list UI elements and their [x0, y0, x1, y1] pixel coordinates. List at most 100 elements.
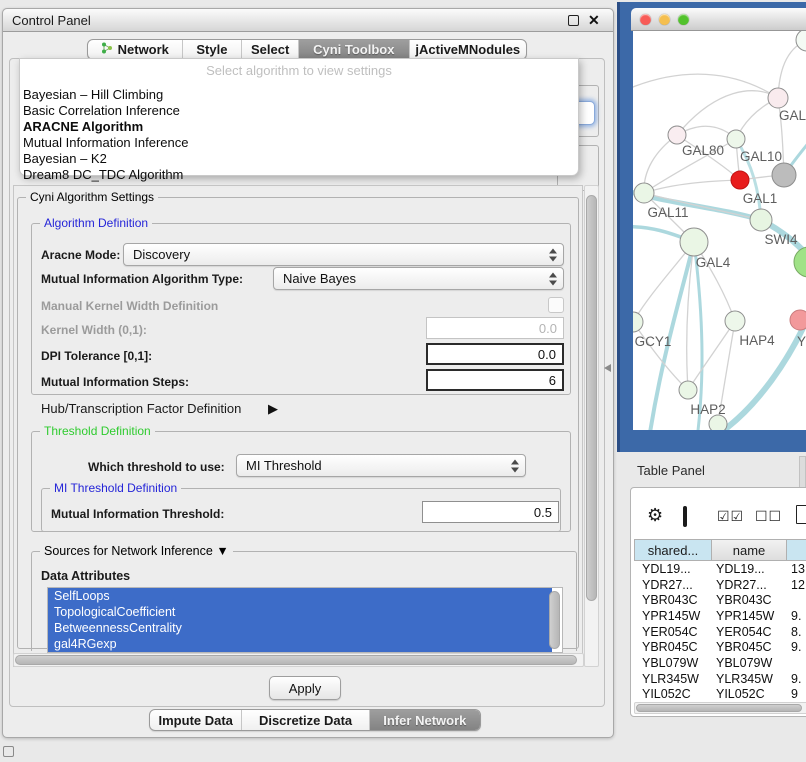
kernel-width-field[interactable]: 0.0	[426, 317, 564, 339]
column-selector-icon[interactable]	[683, 506, 687, 527]
manual-kernel-label: Manual Kernel Width Definition	[41, 299, 218, 313]
data-attribute-item[interactable]: TopologicalCoefficient	[48, 604, 552, 620]
which-threshold-combobox[interactable]: MI Threshold	[236, 454, 526, 477]
network-node[interactable]	[731, 171, 749, 189]
float-window-icon[interactable]	[568, 15, 579, 26]
combo-arrows-icon	[549, 248, 557, 261]
network-node[interactable]	[794, 247, 806, 277]
network-node-label: SWI4	[764, 232, 797, 247]
network-node[interactable]	[668, 126, 686, 144]
network-node-label: GAL4	[696, 255, 731, 270]
tab-network[interactable]: Network	[88, 40, 182, 59]
mi-steps-field[interactable]: 6	[426, 369, 564, 391]
which-threshold-value: MI Threshold	[246, 458, 322, 473]
tab-select[interactable]: Select	[241, 40, 298, 59]
bottom-tab-infer-network[interactable]: Infer Network	[369, 710, 480, 730]
table-row[interactable]: YIL052CYIL052C9	[634, 687, 806, 703]
table-row[interactable]: YPR145WYPR145W9.	[634, 608, 806, 624]
tab-jactivemnodules[interactable]: jActiveMNodules	[409, 40, 526, 59]
table-cell: 9	[787, 687, 806, 701]
table-cell: YPR145W	[712, 609, 787, 623]
close-window-icon[interactable]: ✕	[588, 15, 600, 26]
tab-style[interactable]: Style	[182, 40, 242, 59]
network-node-label: HAP2	[690, 402, 725, 417]
network-node[interactable]	[725, 311, 745, 331]
network-node-label: HAP4	[739, 333, 775, 348]
table-cell: YIL052C	[712, 687, 787, 701]
algorithm-option[interactable]: Mutual Information Inference	[20, 135, 578, 151]
network-node[interactable]	[680, 228, 708, 256]
table-header-shared-name[interactable]: shared...	[634, 539, 712, 561]
network-node[interactable]	[709, 415, 727, 430]
data-attribute-item[interactable]: BetweennessCentrality	[48, 620, 552, 636]
dpi-tolerance-field[interactable]: 0.0	[426, 343, 564, 365]
control-panel-title: Control Panel	[3, 13, 91, 28]
settings-vertical-scrollbar-thumb[interactable]	[586, 195, 597, 601]
table-row[interactable]: YBR045CYBR045C9.	[634, 639, 806, 655]
table-settings-gear-icon[interactable]: ⚙	[647, 506, 663, 524]
attributes-list-scrollbar[interactable]	[549, 591, 560, 649]
collapse-arrow-icon[interactable]: ▼	[216, 544, 228, 558]
algorithm-option[interactable]: Bayesian – Hill Climbing	[20, 87, 578, 103]
network-node[interactable]	[768, 88, 788, 108]
table-cell: YBL079W	[712, 656, 787, 670]
side-panel-edge[interactable]	[799, 456, 806, 490]
network-node[interactable]	[633, 312, 643, 332]
bottom-tab-discretize-data[interactable]: Discretize Data	[241, 710, 368, 730]
algorithm-option[interactable]: Basic Correlation Inference	[20, 103, 578, 119]
aracne-mode-label: Aracne Mode:	[41, 248, 120, 262]
close-traffic-light-icon[interactable]	[640, 14, 651, 25]
table-row[interactable]: YER054CYER054C8.	[634, 624, 806, 640]
table-header-clipped[interactable]	[787, 539, 806, 561]
table-header-name[interactable]: name	[712, 539, 787, 561]
network-node[interactable]	[727, 130, 745, 148]
hub-definition-label[interactable]: Hub/Transcription Factor Definition	[41, 401, 241, 416]
mi-steps-value: 6	[549, 373, 556, 388]
table-row[interactable]: YDR27...YDR27...12	[634, 577, 806, 593]
network-node[interactable]	[750, 209, 772, 231]
hub-expand-arrow-icon[interactable]: ▶	[268, 401, 278, 417]
network-node[interactable]	[772, 163, 796, 187]
algorithm-option[interactable]: ARACNE Algorithm	[20, 119, 578, 135]
data-attribute-item[interactable]: gal4RGexp	[48, 636, 552, 652]
network-node[interactable]	[790, 310, 806, 330]
table-cell: YBR043C	[634, 593, 712, 607]
table-cell: YIL052C	[634, 687, 712, 701]
minimize-traffic-light-icon[interactable]	[659, 14, 670, 25]
export-table-icon[interactable]	[796, 505, 806, 524]
data-attribute-item[interactable]: SelfLoops	[48, 588, 552, 604]
table-cell: YPR145W	[634, 609, 712, 623]
control-panel-titlebar: Control Panel ✕	[3, 9, 613, 32]
network-node[interactable]	[679, 381, 697, 399]
network-node[interactable]	[796, 31, 806, 51]
deselect-all-checkboxes-icon[interactable]: ☐☐	[755, 508, 782, 525]
manual-kernel-checkbox[interactable]	[548, 297, 564, 313]
panel-collapse-arrow-icon[interactable]	[604, 364, 611, 372]
apply-button[interactable]: Apply	[269, 676, 341, 700]
table-row[interactable]: YLR345WYLR345W9.	[634, 671, 806, 687]
select-all-checkboxes-icon[interactable]: ☑☑	[717, 508, 744, 525]
network-node[interactable]	[634, 183, 654, 203]
network-canvas[interactable]: GALGAL80GAL10GAL1GAL11SWI4GAL4GCY1HAP4YH…	[633, 31, 806, 430]
network-frame-edge	[617, 2, 620, 452]
algorithm-option[interactable]: Dream8 DC_TDC Algorithm	[20, 167, 578, 183]
bottom-tab-impute-data[interactable]: Impute Data	[150, 710, 241, 730]
table-cell: 9.	[787, 640, 806, 654]
mi-threshold-field[interactable]: 0.5	[422, 501, 559, 523]
table-row[interactable]: YDL19...YDL19...13	[634, 561, 806, 577]
table-row[interactable]: YBR043CYBR043C	[634, 592, 806, 608]
dock-panel-icon[interactable]	[3, 746, 14, 757]
table-cell: YBL079W	[634, 656, 712, 670]
tab-cyni-toolbox[interactable]: Cyni Toolbox	[298, 40, 409, 59]
zoom-traffic-light-icon[interactable]	[678, 14, 689, 25]
network-node-label: GAL80	[682, 143, 724, 158]
table-horizontal-scrollbar-thumb[interactable]	[636, 704, 802, 712]
table-cell: YDR27...	[712, 578, 787, 592]
settings-horizontal-scrollbar-thumb[interactable]	[15, 655, 577, 665]
aracne-mode-combobox[interactable]: Discovery	[123, 243, 564, 266]
table-row[interactable]: YBL079WYBL079W	[634, 655, 806, 671]
algorithm-option[interactable]: Bayesian – K2	[20, 151, 578, 167]
network-window-titlebar[interactable]	[631, 8, 806, 31]
table-cell: YBR043C	[712, 593, 787, 607]
mi-type-combobox[interactable]: Naive Bayes	[273, 267, 564, 290]
